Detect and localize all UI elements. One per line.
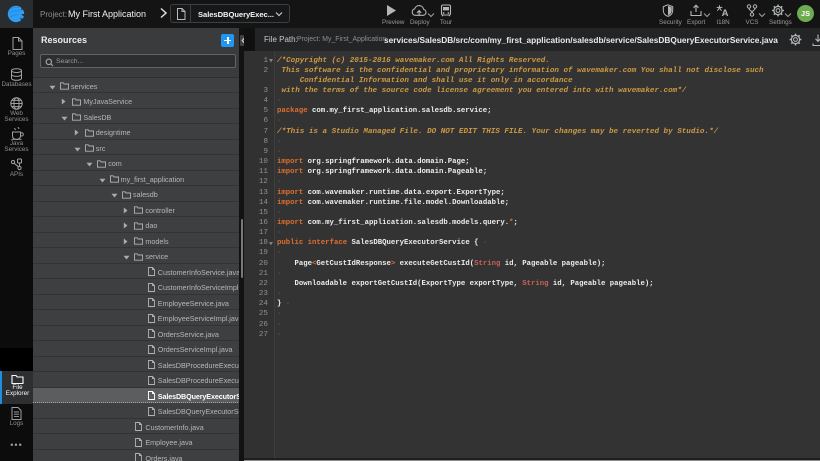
svg-text:A: A xyxy=(722,8,729,17)
